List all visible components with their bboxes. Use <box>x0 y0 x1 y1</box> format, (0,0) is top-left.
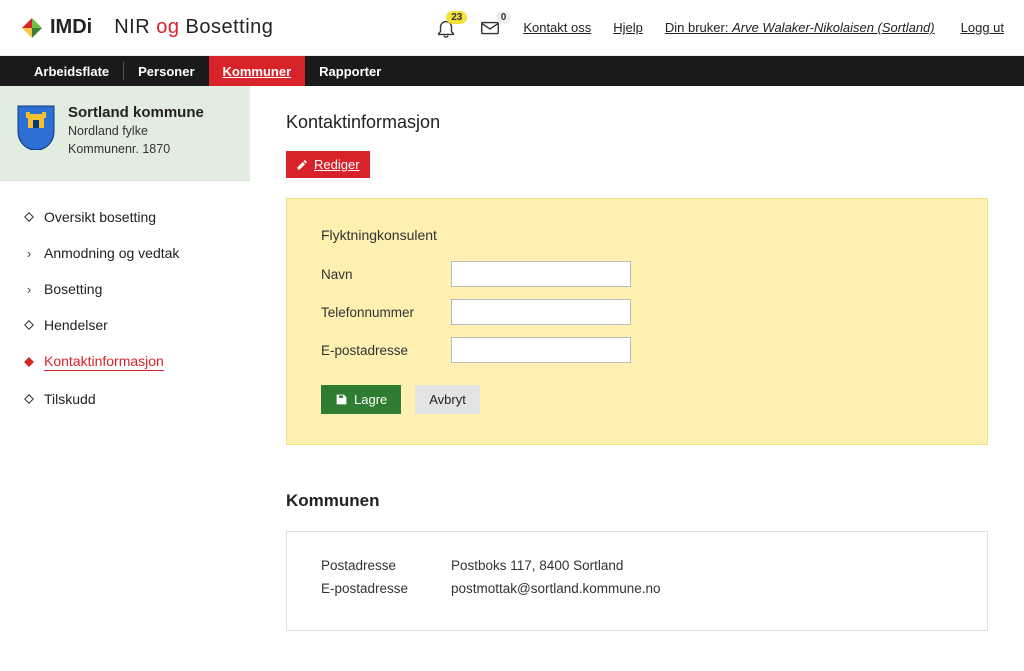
sidebar: Sortland kommune Nordland fylke Kommunen… <box>0 86 250 671</box>
kommune-name: Sortland kommune <box>68 104 204 121</box>
save-icon <box>335 393 348 406</box>
app-name: NIR og Bosetting <box>114 16 273 39</box>
sidebar-item-hendelser[interactable]: Hendelser <box>0 307 250 343</box>
label-epost: E-postadresse <box>321 343 451 358</box>
sidebar-item-anmodning[interactable]: › Anmodning og vedtak <box>0 235 250 271</box>
form-actions: Lagre Avbryt <box>321 385 953 414</box>
sidebar-item-kontaktinformasjon[interactable]: Kontaktinformasjon <box>0 343 250 381</box>
input-epost[interactable] <box>451 337 631 363</box>
info-value-epost: postmottak@sortland.kommune.no <box>451 581 661 596</box>
brand-logo[interactable]: IMDi <box>20 16 92 40</box>
save-button[interactable]: Lagre <box>321 385 401 414</box>
diamond-icon <box>24 320 34 330</box>
chevron-right-icon: › <box>24 282 34 297</box>
sidebar-item-oversikt[interactable]: Oversikt bosetting <box>0 199 250 235</box>
layout: Sortland kommune Nordland fylke Kommunen… <box>0 86 1024 671</box>
kommune-fylke: Nordland fylke <box>68 123 204 141</box>
help-link[interactable]: Hjelp <box>613 20 643 35</box>
main-nav: Arbeidsflate Personer Kommuner Rapporter <box>0 56 1024 86</box>
brand-text: IMDi <box>50 16 92 39</box>
messages-envelope[interactable]: 0 <box>479 17 501 39</box>
topbar: IMDi NIR og Bosetting 23 0 Kontakt oss H… <box>0 0 1024 56</box>
diamond-icon <box>24 394 34 404</box>
kommune-section-title: Kommunen <box>286 491 988 511</box>
info-label-epost: E-postadresse <box>321 581 451 596</box>
pencil-icon <box>296 159 308 171</box>
bell-badge: 23 <box>446 11 467 24</box>
sidebar-item-bosetting[interactable]: › Bosetting <box>0 271 250 307</box>
user-link[interactable]: Din bruker: Arve Walaker-Nikolaisen (Sor… <box>665 20 935 35</box>
form-row-navn: Navn <box>321 261 953 287</box>
main-content: Kontaktinformasjon Rediger Flyktningkons… <box>250 86 1024 671</box>
form-row-epost: E-postadresse <box>321 337 953 363</box>
form-row-telefon: Telefonnummer <box>321 299 953 325</box>
logout-link[interactable]: Logg ut <box>961 20 1004 35</box>
page-title: Kontaktinformasjon <box>286 112 988 133</box>
chevron-right-icon: › <box>24 246 34 261</box>
mail-badge: 0 <box>496 11 512 24</box>
kommune-shield-icon <box>16 104 56 150</box>
diamond-icon <box>24 212 34 222</box>
nav-rapporter[interactable]: Rapporter <box>305 56 395 86</box>
notifications-bell[interactable]: 23 <box>435 17 457 39</box>
side-nav: Oversikt bosetting › Anmodning og vedtak… <box>0 181 250 435</box>
diamond-icon <box>24 357 34 367</box>
edit-form-panel: Flyktningkonsulent Navn Telefonnummer E-… <box>286 198 988 445</box>
label-navn: Navn <box>321 267 451 282</box>
imdi-logo-icon <box>20 16 44 40</box>
nav-kommuner[interactable]: Kommuner <box>209 56 306 86</box>
contact-link[interactable]: Kontakt oss <box>523 20 591 35</box>
panel-heading: Flyktningkonsulent <box>321 227 953 243</box>
nav-arbeidsflate[interactable]: Arbeidsflate <box>20 56 123 86</box>
sidebar-item-tilskudd[interactable]: Tilskudd <box>0 381 250 417</box>
sidebar-header: Sortland kommune Nordland fylke Kommunen… <box>0 86 250 181</box>
label-telefon: Telefonnummer <box>321 305 451 320</box>
input-navn[interactable] <box>451 261 631 287</box>
kommune-nr: Kommunenr. 1870 <box>68 141 204 159</box>
nav-personer[interactable]: Personer <box>124 56 208 86</box>
edit-button[interactable]: Rediger <box>286 151 370 178</box>
input-telefon[interactable] <box>451 299 631 325</box>
info-row-postadresse: Postadresse Postboks 117, 8400 Sortland <box>321 558 953 573</box>
info-label-postadresse: Postadresse <box>321 558 451 573</box>
info-value-postadresse: Postboks 117, 8400 Sortland <box>451 558 623 573</box>
info-row-epost: E-postadresse postmottak@sortland.kommun… <box>321 581 953 596</box>
kommune-info-box: Postadresse Postboks 117, 8400 Sortland … <box>286 531 988 631</box>
cancel-button[interactable]: Avbryt <box>415 385 480 414</box>
